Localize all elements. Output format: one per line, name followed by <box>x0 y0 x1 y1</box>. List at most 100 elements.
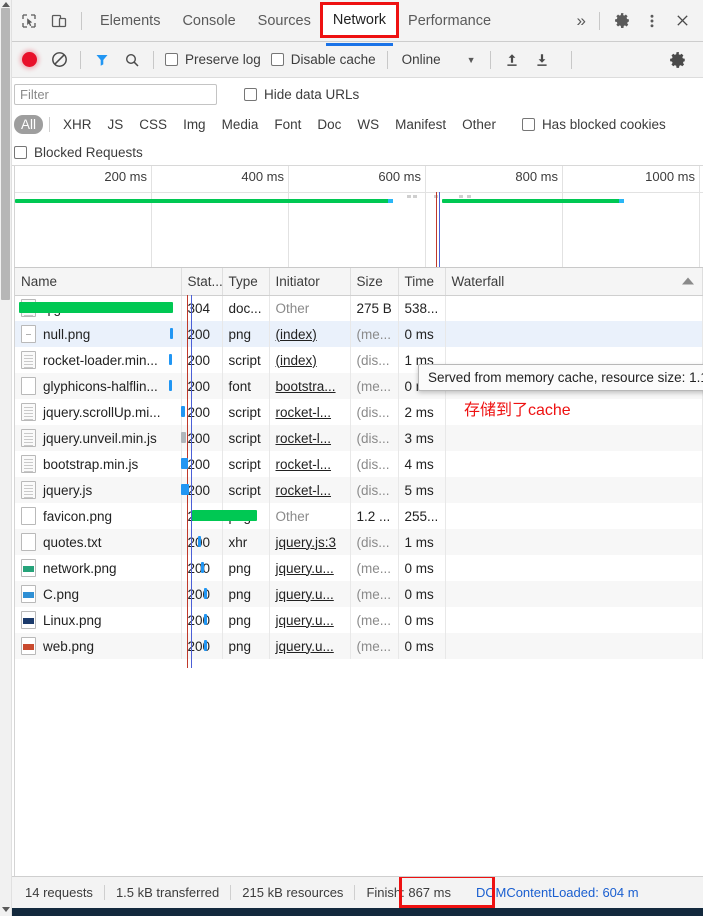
cell-initiator-value[interactable]: jquery.u... <box>276 587 334 602</box>
type-filter-media[interactable]: Media <box>215 115 266 134</box>
tab-label: Console <box>182 12 236 29</box>
tab-network[interactable]: Network <box>319 1 400 46</box>
column-header-name[interactable]: Name <box>15 268 182 296</box>
type-filter-doc[interactable]: Doc <box>310 115 348 134</box>
throttle-dropdown[interactable]: Online ▼ <box>394 52 484 67</box>
cell-initiator-value[interactable]: rocket-l... <box>276 457 332 472</box>
cell-size: 275 B <box>350 295 399 321</box>
type-filter-ws[interactable]: WS <box>350 115 386 134</box>
checkbox-box <box>521 118 535 131</box>
table-row[interactable]: favicon.png 200 png Other 1.2 ... 255... <box>15 503 703 529</box>
preserve-log-checkbox[interactable]: Preserve log <box>160 52 266 67</box>
cell-status-value: 200 <box>187 508 211 524</box>
overview-minor-mark <box>459 195 463 198</box>
requests-table-container[interactable]: Name Stat... Type Initiator Size Time Wa… <box>14 268 703 876</box>
table-row[interactable]: Linux.png 200 png jquery.u... (me... 0 ms <box>15 607 703 633</box>
request-name: glyphicons-halflin... <box>43 378 158 394</box>
cell-initiator: jquery.u... <box>269 607 351 633</box>
network-settings-gear-icon[interactable] <box>663 45 693 75</box>
tab-elements[interactable]: Elements <box>89 0 171 42</box>
tab-sources[interactable]: Sources <box>247 0 322 42</box>
hide-data-urls-checkbox[interactable]: Hide data URLs <box>239 87 364 102</box>
scrollbar-thumb[interactable] <box>1 8 10 300</box>
overview-gridline <box>288 166 289 267</box>
cell-type-value: script <box>228 352 261 368</box>
inspect-cursor-icon[interactable] <box>14 7 44 35</box>
cell-initiator-value[interactable]: rocket-l... <box>276 483 332 498</box>
record-button[interactable] <box>14 45 44 75</box>
cell-initiator-value[interactable]: (index) <box>276 327 317 342</box>
table-row[interactable]: jquery.unveil.min.js 200 script rocket-l...… <box>15 425 703 451</box>
table-row[interactable]: null.png 200 png (index) (me... 0 ms <box>15 321 703 347</box>
disable-cache-checkbox[interactable]: Disable cache <box>266 52 381 67</box>
table-row[interactable]: C.png 200 png jquery.u... (me... 0 ms <box>15 581 703 607</box>
table-row[interactable]: network.png 200 png jquery.u... (me... 0 ms <box>15 555 703 581</box>
overview-minor-mark <box>407 195 411 198</box>
cell-initiator-value[interactable]: jquery.u... <box>276 613 334 628</box>
cell-size: (me... <box>350 555 399 581</box>
scroll-down-arrow-icon[interactable] <box>2 907 10 912</box>
column-header-status[interactable]: Stat... <box>181 268 223 296</box>
sort-ascending-icon <box>682 277 694 285</box>
page-scrollbar[interactable] <box>0 0 12 916</box>
search-icon[interactable] <box>117 45 147 75</box>
type-filter-manifest[interactable]: Manifest <box>388 115 453 134</box>
import-har-icon[interactable] <box>497 45 527 75</box>
tab-label: Elements <box>100 12 161 29</box>
filter-input[interactable] <box>14 83 217 105</box>
cell-type-value: png <box>228 560 252 576</box>
clear-icon[interactable] <box>44 45 74 75</box>
table-row[interactable]: qige.io 304 doc... Other 275 B 538... <box>15 295 703 321</box>
table-row[interactable]: quotes.txt 200 xhr jquery.js:3 (dis... 1 ms <box>15 529 703 555</box>
blocked-requests-label: Blocked Requests <box>34 144 143 160</box>
device-toggle-icon[interactable] <box>44 7 74 35</box>
cell-size: (me... <box>350 321 399 347</box>
toolbar-divider-5 <box>570 50 572 69</box>
column-header-waterfall[interactable]: Waterfall <box>445 268 703 296</box>
column-header-size[interactable]: Size <box>350 268 399 296</box>
column-header-time[interactable]: Time <box>398 268 446 296</box>
cell-initiator-value[interactable]: rocket-l... <box>276 405 332 420</box>
cell-initiator-value[interactable]: jquery.u... <box>276 561 334 576</box>
tab-performance[interactable]: Performance <box>397 0 502 42</box>
type-filter-img[interactable]: Img <box>176 115 213 134</box>
cell-initiator-value[interactable]: jquery.js:3 <box>276 535 337 550</box>
table-row[interactable]: bootstrap.min.js 200 script rocket-l... (dis… <box>15 451 703 477</box>
gear-icon[interactable] <box>607 7 637 35</box>
type-filter-js[interactable]: JS <box>101 115 131 134</box>
scroll-up-arrow-icon[interactable] <box>2 2 10 7</box>
cell-initiator-value[interactable]: jquery.u... <box>276 639 334 654</box>
export-har-icon[interactable] <box>527 45 557 75</box>
cell-initiator-value[interactable]: rocket-l... <box>276 431 332 446</box>
type-filter-other[interactable]: Other <box>455 115 503 134</box>
table-row[interactable]: jquery.scrollUp.mi... 200 script rocket-l..… <box>15 399 703 425</box>
type-filter-xhr[interactable]: XHR <box>56 115 99 134</box>
blocked-requests-checkbox[interactable]: Blocked Requests <box>14 145 148 160</box>
network-overview-timeline[interactable]: 200 ms 400 ms 600 ms 800 ms 1000 ms <box>14 166 703 268</box>
has-blocked-cookies-checkbox[interactable]: Has blocked cookies <box>517 117 671 132</box>
cell-type-value: png <box>228 586 252 602</box>
column-header-initiator[interactable]: Initiator <box>269 268 351 296</box>
cell-time: 538... <box>398 295 446 321</box>
cell-size: (me... <box>350 581 399 607</box>
cell-name: quotes.txt <box>15 529 182 555</box>
type-filter-css[interactable]: CSS <box>132 115 174 134</box>
filter-funnel-icon[interactable] <box>87 45 117 75</box>
cell-waterfall <box>445 607 703 633</box>
checkbox-box <box>270 53 284 66</box>
cell-initiator-value[interactable]: bootstra... <box>276 379 336 394</box>
table-row[interactable]: jquery.js 200 script rocket-l... (dis... 5 ms <box>15 477 703 503</box>
file-type-doc-icon <box>21 455 36 473</box>
close-icon[interactable] <box>667 7 697 35</box>
type-filter-font[interactable]: Font <box>267 115 308 134</box>
table-row[interactable]: web.png 200 png jquery.u... (me... 0 ms <box>15 633 703 659</box>
kebab-menu-icon[interactable] <box>637 7 667 35</box>
cell-status: 200 <box>181 425 223 451</box>
request-name: web.png <box>43 638 95 654</box>
column-header-type[interactable]: Type <box>222 268 270 296</box>
type-filter-all[interactable]: All <box>14 115 44 134</box>
tab-console[interactable]: Console <box>171 0 246 42</box>
cell-name: jquery.unveil.min.js <box>15 425 182 451</box>
cell-initiator-value[interactable]: (index) <box>276 353 317 368</box>
more-tabs-icon[interactable]: » <box>571 11 592 31</box>
